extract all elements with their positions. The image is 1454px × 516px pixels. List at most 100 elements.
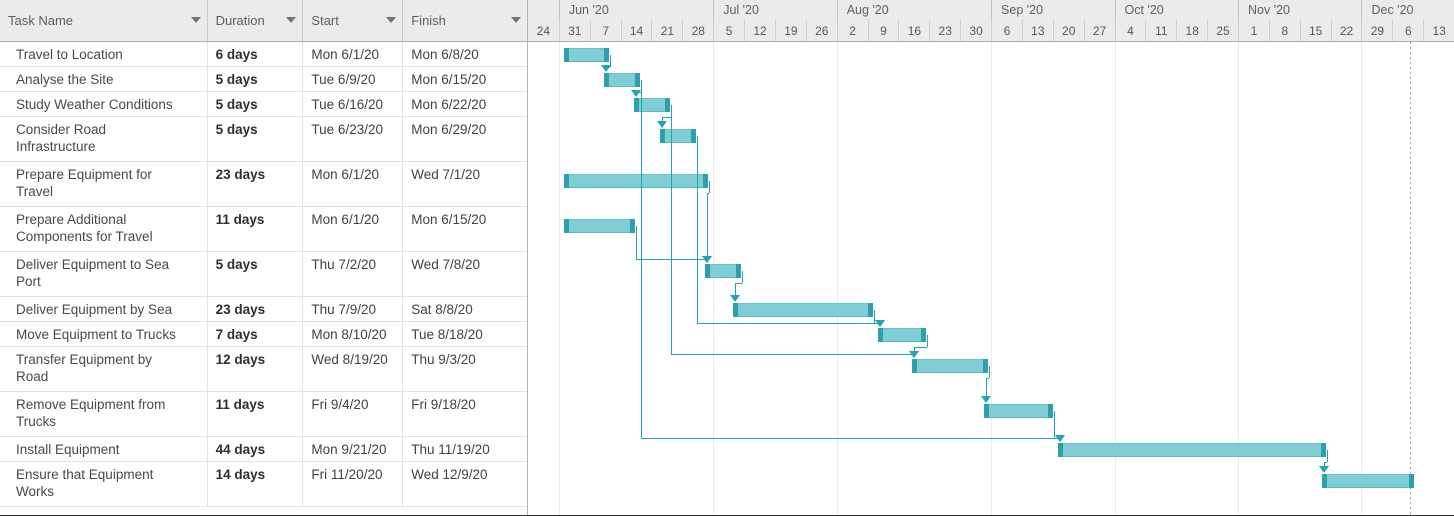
- table-row[interactable]: Remove Equipment from Trucks 11 days Fri 9…: [0, 392, 527, 437]
- table-row[interactable]: Move Equipment to Trucks 7 days Mon 8/10/2…: [0, 322, 527, 347]
- timeline-month-label: Aug '20: [836, 0, 991, 20]
- cell-duration: 7 days: [208, 322, 304, 347]
- timeline-week-tick: 31: [558, 20, 590, 41]
- column-header-finish[interactable]: Finish: [403, 0, 527, 41]
- column-header-label: Task Name: [8, 12, 74, 28]
- cell-finish: Mon 6/8/20: [411, 47, 479, 62]
- task-table-panel: Task Name Duration Start Finish Travel t…: [0, 0, 528, 516]
- cell-finish: Wed 7/8/20: [411, 257, 481, 272]
- dependency-link-vertical: [707, 192, 708, 256]
- column-header-duration[interactable]: Duration: [207, 0, 304, 41]
- cell-start: Tue 6/16/20: [303, 92, 404, 117]
- timeline-week-tick: 11: [1145, 20, 1176, 41]
- table-row[interactable]: Deliver Equipment by Sea 23 days Thu 7/9/2…: [0, 297, 527, 322]
- task-table-header: Task Name Duration Start Finish: [0, 0, 527, 42]
- gantt-bar[interactable]: [733, 302, 873, 317]
- gantt-bar[interactable]: [634, 97, 670, 112]
- column-header-label: Duration: [215, 12, 265, 28]
- timeline-week-tick: 27: [1083, 20, 1115, 41]
- gantt-timeline-panel: Jun '20 Jul '20 Aug '20 Sep '20 Oct '20 Nov '…: [528, 0, 1454, 516]
- today-marker-line: [1410, 42, 1411, 516]
- cell-finish: Wed 12/9/20: [411, 467, 488, 482]
- chevron-down-icon[interactable]: [386, 17, 397, 23]
- timeline-week-tick: 18: [1176, 20, 1207, 41]
- table-row[interactable]: Transfer Equipment by Road 12 days Wed 8/1…: [0, 347, 527, 392]
- gantt-bar[interactable]: [878, 327, 926, 342]
- cell-duration: 6 days: [208, 42, 304, 67]
- table-row[interactable]: Analyse the Site 5 days Tue 6/9/20 Mon 6/15…: [0, 67, 527, 92]
- dependency-link-horizontal: [662, 116, 671, 118]
- gantt-bar[interactable]: [705, 263, 741, 278]
- dependency-arrow-icon: [601, 64, 611, 72]
- dependency-arrow-icon: [702, 255, 712, 263]
- chevron-down-icon[interactable]: [511, 17, 521, 23]
- cell-name: Prepare Additional Components for Travel: [0, 207, 208, 252]
- table-row[interactable]: Study Weather Conditions 5 days Tue 6/16/2…: [0, 92, 527, 117]
- timeline-gridline: [1361, 42, 1363, 516]
- cell-duration: 12 days: [208, 347, 304, 392]
- timeline-month-label: Jul '20: [713, 0, 836, 20]
- cell-finish: Mon 6/15/20: [411, 72, 487, 87]
- cell-start: Mon 6/1/20: [303, 207, 404, 252]
- timeline-month-label: Sep '20: [991, 0, 1114, 20]
- timeline-month-label: Oct '20: [1114, 0, 1238, 20]
- dependency-link-vertical: [986, 377, 987, 396]
- dependency-link-vertical: [1054, 410, 1055, 438]
- table-row[interactable]: Deliver Equipment to Sea Port 5 days Thu 7…: [0, 252, 527, 297]
- timeline-week-tick: 8: [1268, 20, 1300, 41]
- column-header-label: Start: [311, 12, 339, 28]
- dependency-arrow-icon: [1055, 434, 1065, 442]
- cell-start: Wed 8/19/20: [303, 347, 404, 392]
- table-row[interactable]: Install Equipment 44 days Mon 9/21/20 Thu 1…: [0, 437, 527, 462]
- timeline-gridline: [836, 42, 838, 516]
- gantt-bar[interactable]: [604, 72, 640, 87]
- cell-name: Transfer Equipment by Road: [0, 347, 208, 392]
- table-row[interactable]: Ensure that Equipment Works 14 days Fri 11…: [0, 462, 527, 507]
- timeline-month-label: Nov '20: [1238, 0, 1361, 20]
- timeline-gridline: [713, 42, 715, 516]
- table-row[interactable]: Consider Road Infrastructure 5 days Tue 6/…: [0, 117, 527, 162]
- dependency-link-horizontal: [641, 437, 1060, 439]
- gantt-bar[interactable]: [564, 47, 609, 62]
- cell-duration: 5 days: [208, 67, 304, 92]
- timeline-week-tick: 13: [1021, 20, 1053, 41]
- gantt-bar[interactable]: [564, 173, 708, 188]
- dependency-link-vertical: [636, 225, 637, 259]
- gantt-bar[interactable]: [1058, 442, 1326, 457]
- gantt-bar[interactable]: [984, 403, 1053, 418]
- column-header-task-name[interactable]: Task Name: [0, 0, 208, 41]
- gantt-bar[interactable]: [1322, 473, 1414, 488]
- timeline-month-label: Jun '20: [558, 0, 713, 20]
- timeline-week-tick: 22: [1330, 20, 1362, 41]
- dependency-link-vertical: [989, 365, 990, 378]
- timeline-week-tick: 19: [774, 20, 806, 41]
- cell-finish: Fri 9/18/20: [411, 397, 476, 412]
- chevron-down-icon[interactable]: [190, 17, 201, 23]
- cell-name: Deliver Equipment to Sea Port: [0, 252, 208, 297]
- gantt-bars-area[interactable]: [528, 42, 1454, 516]
- timeline-week-tick: 20: [1052, 20, 1084, 41]
- cell-name: Travel to Location: [0, 42, 208, 67]
- gantt-bar[interactable]: [564, 218, 635, 233]
- dependency-link-vertical: [671, 104, 672, 354]
- cell-duration: 44 days: [208, 437, 304, 462]
- table-row[interactable]: Travel to Location 6 days Mon 6/1/20 Mon 6/…: [0, 42, 527, 67]
- cell-start: Fri 9/4/20: [303, 392, 404, 437]
- cell-start: Mon 6/1/20: [303, 42, 404, 67]
- chevron-down-icon[interactable]: [286, 17, 297, 23]
- timeline-header: Jun '20 Jul '20 Aug '20 Sep '20 Oct '20 Nov '…: [528, 0, 1454, 42]
- cell-start: Thu 7/9/20: [303, 297, 404, 322]
- dependency-arrow-icon: [875, 319, 885, 327]
- dependency-arrow-icon: [981, 395, 991, 403]
- dependency-link-vertical: [709, 180, 710, 193]
- timeline-week-tick: 6: [1392, 20, 1423, 41]
- table-row[interactable]: Prepare Additional Components for Travel…: [0, 207, 527, 252]
- gantt-bar[interactable]: [912, 358, 988, 373]
- column-header-start[interactable]: Start: [303, 0, 404, 41]
- timeline-week-tick: 15: [1299, 20, 1331, 41]
- gantt-bar[interactable]: [660, 128, 696, 143]
- cell-name: Move Equipment to Trucks: [0, 322, 208, 347]
- cell-finish: Mon 6/22/20: [411, 97, 487, 112]
- timeline-gridline: [991, 42, 993, 516]
- table-row[interactable]: Prepare Equipment for Travel 23 days Mon 6…: [0, 162, 527, 207]
